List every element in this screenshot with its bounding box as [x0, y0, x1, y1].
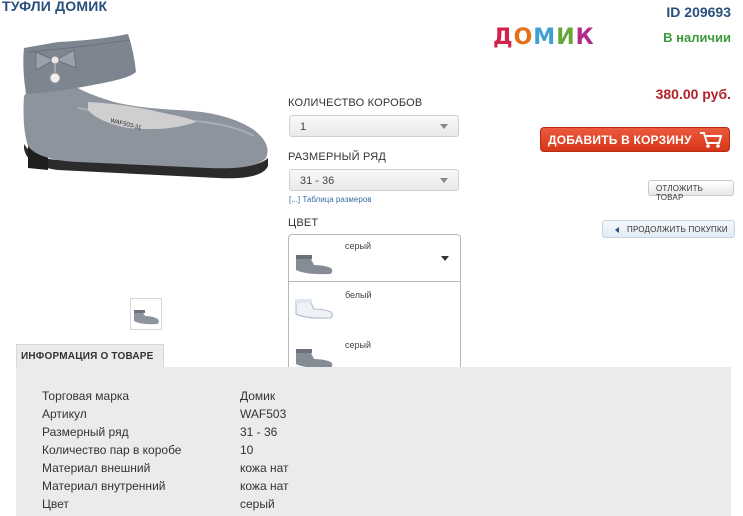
postpone-button[interactable]: ОТЛОЖИТЬ ТОВАР [648, 180, 734, 202]
stock-status: В наличии [663, 30, 731, 45]
spec-row: Торговая марка Домик [42, 389, 642, 405]
color-option-label: белый [345, 290, 372, 300]
postpone-label: ОТЛОЖИТЬ ТОВАР [656, 184, 704, 202]
color-select[interactable]: серый [288, 234, 461, 282]
chevron-down-icon [440, 124, 448, 129]
shoe-white-icon [295, 299, 333, 319]
boxes-label: КОЛИЧЕСТВО КОРОБОВ [288, 97, 423, 109]
continue-shopping-label: ПРОДОЛЖИТЬ ПОКУПКИ [627, 225, 728, 234]
spec-value: серый [240, 497, 275, 511]
continue-shopping-button[interactable]: ПРОДОЛЖИТЬ ПОКУПКИ [602, 220, 735, 238]
product-id: ID 209693 [666, 4, 731, 20]
spec-key: Торговая марка [42, 389, 130, 403]
boxes-select[interactable]: 1 [289, 115, 459, 137]
spec-row: Артикул WAF503 [42, 407, 642, 423]
color-option-label: серый [345, 340, 372, 350]
color-option-white[interactable]: белый [289, 282, 460, 330]
product-thumbnail[interactable] [130, 298, 162, 330]
chevron-down-icon [440, 178, 448, 183]
cart-icon [700, 132, 723, 148]
spec-row: Материал внешний кожа нат [42, 461, 642, 477]
price: 380.00 руб. [655, 86, 731, 102]
spec-row: Цвет серый [42, 497, 642, 513]
add-to-cart-label: ДОБАВИТЬ В КОРЗИНУ [548, 133, 692, 147]
product-title: ТУФЛИ ДОМИК [2, 0, 108, 14]
size-label: РАЗМЕРНЫЙ РЯД [288, 151, 387, 163]
color-label: ЦВЕТ [288, 217, 319, 229]
product-info-panel: Торговая марка Домик Артикул WAF503 Разм… [16, 367, 731, 516]
spec-key: Количество пар в коробе [42, 443, 182, 457]
spec-row: Количество пар в коробе 10 [42, 443, 642, 459]
spec-key: Материал внешний [42, 461, 151, 475]
size-value: 31 - 36 [300, 175, 335, 187]
add-to-cart-button[interactable]: ДОБАВИТЬ В КОРЗИНУ [540, 127, 730, 152]
brand-letter: И [556, 25, 576, 50]
spec-key: Артикул [42, 407, 87, 421]
chevron-down-icon [441, 256, 449, 261]
product-image[interactable]: WAF503-31 [18, 18, 270, 200]
spec-key: Цвет [42, 497, 69, 511]
arrow-left-icon [615, 227, 619, 233]
shoe-gray-icon [296, 255, 333, 275]
spec-value: кожа нат [240, 479, 289, 493]
brand-letter: О [513, 25, 534, 50]
spec-value: кожа нат [240, 461, 289, 475]
spec-value: WAF503 [240, 407, 287, 421]
spec-value: 10 [240, 443, 254, 457]
brand-letter: К [575, 25, 595, 50]
shoe-icon [134, 310, 159, 325]
spec-key: Материал внутренний [42, 479, 166, 493]
spec-row: Размерный ряд 31 - 36 [42, 425, 642, 441]
size-select[interactable]: 31 - 36 [289, 169, 459, 191]
brand-letter: Д [493, 25, 514, 50]
spec-key: Размерный ряд [42, 425, 129, 439]
brand-letter: М [533, 25, 557, 50]
spec-value: 31 - 36 [240, 425, 278, 439]
brand-logo: ДОМИК [493, 24, 595, 50]
size-table-link[interactable]: [...] Таблица размеров [289, 195, 372, 204]
boxes-value: 1 [300, 121, 307, 133]
spec-value: Домик [240, 389, 276, 403]
spec-row: Материал внутренний кожа нат [42, 479, 642, 495]
tab-product-info[interactable]: ИНФОРМАЦИЯ О ТОВАРЕ [16, 344, 164, 368]
color-selected-value: серый [345, 241, 372, 251]
tab-label: ИНФОРМАЦИЯ О ТОВАРЕ [21, 351, 154, 362]
